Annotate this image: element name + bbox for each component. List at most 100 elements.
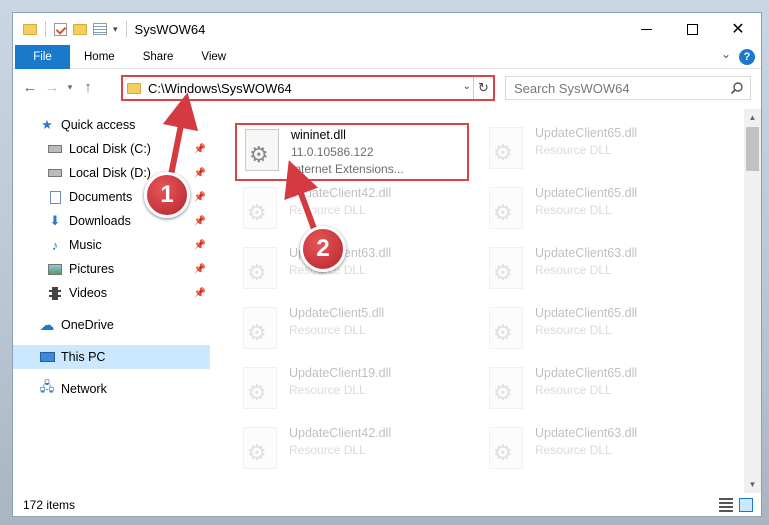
tab-share[interactable]: Share bbox=[129, 45, 188, 69]
pin-icon[interactable]: 📌 bbox=[194, 168, 206, 179]
sidebar-item-quick-access[interactable]: ★ Quick access bbox=[13, 113, 210, 137]
file-tile[interactable]: UpdateClient65.dll Resource DLL bbox=[481, 303, 711, 359]
file-tile[interactable]: UpdateClient65.dll Resource DLL bbox=[481, 183, 711, 239]
file-tile[interactable]: UpdateClient5.dll Resource DLL bbox=[235, 303, 465, 359]
sidebar-item-label: Pictures bbox=[69, 262, 115, 276]
dll-file-icon bbox=[243, 307, 277, 349]
search-icon[interactable] bbox=[730, 81, 744, 95]
search-box[interactable]: Search SysWOW64 bbox=[505, 76, 751, 100]
file-name: UpdateClient42.dll bbox=[289, 186, 392, 200]
scroll-up-icon[interactable]: ▲ bbox=[744, 109, 761, 126]
dll-file-icon bbox=[489, 127, 523, 169]
maximize-button[interactable] bbox=[669, 13, 715, 45]
sidebar-item-music[interactable]: ♪ Music 📌 bbox=[13, 233, 210, 257]
pin-icon[interactable]: 📌 bbox=[194, 264, 206, 275]
sidebar-item-onedrive[interactable]: ☁ OneDrive bbox=[13, 313, 210, 337]
close-button[interactable]: ✕ bbox=[715, 13, 761, 45]
minimize-button[interactable] bbox=[623, 13, 669, 45]
pin-icon[interactable]: 📌 bbox=[194, 144, 206, 155]
address-dropdown-icon[interactable]: ⌄ bbox=[463, 81, 471, 92]
sidebar-item-videos[interactable]: Videos 📌 bbox=[13, 281, 210, 305]
file-name: UpdateClient63.dll bbox=[535, 426, 638, 440]
sidebar-item-label: Quick access bbox=[61, 118, 136, 132]
sidebar-item-this-pc[interactable]: This PC bbox=[13, 345, 210, 369]
file-type: Resource DLL bbox=[289, 203, 366, 217]
tab-home[interactable]: Home bbox=[70, 45, 129, 69]
file-type: Resource DLL bbox=[535, 263, 612, 277]
recent-locations-button[interactable]: ▾ bbox=[63, 75, 77, 99]
sidebar-item-network[interactable]: 🖧 Network bbox=[13, 377, 210, 401]
tab-file[interactable]: File bbox=[15, 44, 70, 69]
pictures-icon bbox=[47, 262, 63, 276]
scroll-thumb[interactable] bbox=[746, 127, 759, 171]
download-icon: ⬇ bbox=[49, 213, 61, 228]
close-icon: ✕ bbox=[731, 21, 745, 38]
network-icon: 🖧 bbox=[39, 379, 55, 394]
navigation-bar: ← → ▾ ↑ C:\Windows\SysWOW64 ⌄ ↻ Search S… bbox=[13, 70, 761, 104]
pin-icon[interactable]: 📌 bbox=[194, 216, 206, 227]
file-type: Resource DLL bbox=[289, 263, 366, 277]
dll-file-icon bbox=[489, 367, 523, 409]
address-bar[interactable]: C:\Windows\SysWOW64 ⌄ ↻ bbox=[121, 75, 495, 101]
help-icon[interactable]: ? bbox=[739, 49, 755, 65]
search-input[interactable]: Search SysWOW64 bbox=[514, 81, 630, 96]
file-tile[interactable]: UpdateClient42.dll Resource DLL bbox=[235, 183, 465, 239]
star-icon: ★ bbox=[41, 117, 53, 132]
address-path[interactable]: C:\Windows\SysWOW64 bbox=[148, 81, 292, 96]
file-tile-wininet[interactable]: wininet.dll 11.0.10586.122 Internet Exte… bbox=[235, 123, 469, 181]
sidebar-item-label: Local Disk (C:) bbox=[69, 142, 151, 156]
ribbon-tabs: File Home Share View ⌄ ? bbox=[13, 44, 761, 69]
file-type: Resource DLL bbox=[289, 383, 366, 397]
customize-toolbar-icon[interactable]: ▾ bbox=[113, 24, 118, 35]
dll-file-icon bbox=[243, 247, 277, 289]
dll-file-icon bbox=[243, 367, 277, 409]
sidebar-item-label: Videos bbox=[69, 286, 107, 300]
properties-check-icon[interactable] bbox=[54, 22, 67, 36]
refresh-icon[interactable]: ↻ bbox=[473, 77, 493, 99]
tiles-view-icon[interactable] bbox=[739, 498, 753, 512]
file-tile[interactable]: UpdateClient63.dll Resource DLL bbox=[481, 423, 711, 479]
pin-icon[interactable]: 📌 bbox=[194, 240, 206, 251]
title-bar: ▾ SysWOW64 ✕ bbox=[13, 13, 761, 45]
pin-icon[interactable]: 📌 bbox=[194, 288, 206, 299]
vertical-scrollbar[interactable]: ▲ ▼ bbox=[744, 109, 761, 493]
details-view-icon[interactable] bbox=[719, 498, 733, 512]
step-badge-1: 1 bbox=[144, 172, 190, 218]
drive-icon bbox=[47, 166, 63, 180]
file-tile[interactable]: UpdateClient42.dll Resource DLL bbox=[235, 423, 465, 479]
forward-button[interactable]: → bbox=[41, 75, 63, 99]
status-bar: 172 items bbox=[13, 493, 761, 516]
file-tile[interactable]: UpdateClient65.dll Resource DLL bbox=[481, 363, 711, 419]
forward-arrow-icon: → bbox=[44, 78, 60, 96]
dll-file-icon bbox=[245, 129, 279, 171]
view-options-icon[interactable] bbox=[93, 23, 107, 35]
expand-ribbon-icon[interactable]: ⌄ bbox=[721, 47, 731, 61]
dll-file-icon bbox=[243, 187, 277, 229]
tab-view[interactable]: View bbox=[187, 45, 240, 69]
pin-icon[interactable]: 📌 bbox=[194, 192, 206, 203]
dll-file-icon bbox=[489, 427, 523, 469]
dll-file-icon bbox=[489, 247, 523, 289]
file-tile[interactable]: UpdateClient63.dllResource DLL bbox=[481, 243, 711, 299]
file-list: wininet.dll 11.0.10586.122 Internet Exte… bbox=[211, 109, 745, 493]
file-type: Resource DLL bbox=[535, 383, 612, 397]
dll-file-icon bbox=[489, 307, 523, 349]
music-icon: ♪ bbox=[51, 237, 59, 253]
file-tile[interactable]: UpdateClient19.dll Resource DLL bbox=[235, 363, 465, 419]
toolbar-divider bbox=[45, 21, 46, 37]
scroll-down-icon[interactable]: ▼ bbox=[744, 476, 761, 493]
folder-icon[interactable] bbox=[23, 23, 37, 35]
file-type: Internet Extensions... bbox=[291, 162, 404, 176]
sidebar-item-label: OneDrive bbox=[61, 318, 114, 332]
quick-access-toolbar: ▾ bbox=[23, 21, 129, 37]
back-button[interactable]: ← bbox=[19, 75, 41, 99]
file-name: UpdateClient42.dll bbox=[289, 426, 392, 440]
new-folder-icon[interactable] bbox=[73, 23, 87, 35]
sidebar-item-local-disk-c[interactable]: Local Disk (C:) 📌 bbox=[13, 137, 210, 161]
item-count: 172 items bbox=[23, 498, 76, 512]
up-button[interactable]: ↑ bbox=[77, 75, 99, 99]
file-type: Resource DLL bbox=[535, 443, 612, 457]
file-tile[interactable]: UpdateClient63.dllResource DLL bbox=[235, 243, 465, 299]
file-tile[interactable]: UpdateClient65.dll Resource DLL bbox=[481, 123, 711, 179]
sidebar-item-pictures[interactable]: Pictures 📌 bbox=[13, 257, 210, 281]
